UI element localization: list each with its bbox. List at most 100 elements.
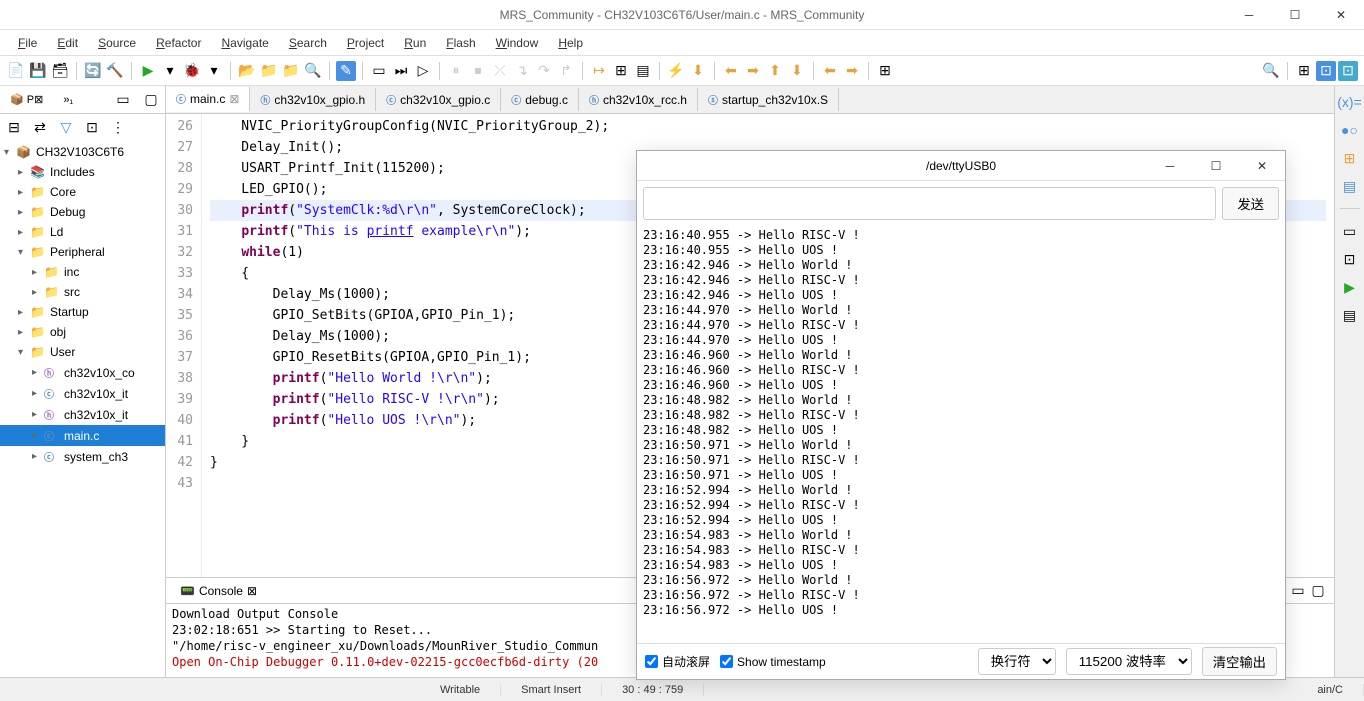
filter-icon[interactable]: ▽ [56, 117, 76, 137]
menu-window[interactable]: Window [486, 32, 549, 54]
tree-item-system_ch3[interactable]: ▸ⓒsystem_ch3 [0, 446, 165, 467]
serial-minimize-button[interactable]: ─ [1147, 151, 1193, 181]
folder-icon[interactable]: 📁 [281, 61, 301, 81]
edit-icon[interactable]: ✎ [336, 61, 356, 81]
show-timestamp-checkbox[interactable]: Show timestamp [720, 655, 826, 669]
nav-up-icon[interactable]: ⬆ [765, 61, 785, 81]
step-over-icon[interactable]: ↷ [534, 61, 554, 81]
perspective-icon[interactable]: ⊞ [875, 61, 895, 81]
dropdown-icon[interactable]: ▾ [160, 61, 180, 81]
registers-panel-icon[interactable]: ▤ [1340, 176, 1360, 196]
close-button[interactable]: ✕ [1318, 0, 1364, 30]
tree-item-ch32v10x_co[interactable]: ▸ⓗch32v10x_co [0, 362, 165, 383]
debug-perspective-icon[interactable]: ⊡ [1338, 61, 1358, 81]
tree-item-debug[interactable]: ▸📁Debug [0, 202, 165, 222]
menu-refactor[interactable]: Refactor [146, 32, 211, 54]
focus-icon[interactable]: ⊡ [82, 117, 102, 137]
baud-rate-select[interactable]: 115200 波特率 [1066, 648, 1192, 675]
variables-icon[interactable]: (x)= [1340, 92, 1360, 112]
serial-send-button[interactable]: 发送 [1222, 187, 1279, 220]
download-icon[interactable]: ⬇ [688, 61, 708, 81]
tree-item-inc[interactable]: ▸📁inc [0, 262, 165, 282]
tree-item-ld[interactable]: ▸📁Ld [0, 222, 165, 242]
run-panel-icon[interactable]: ▶ [1340, 277, 1360, 297]
tree-item-user[interactable]: ▾📁User [0, 342, 165, 362]
project-tab[interactable]: 📦 P⊠ [4, 91, 49, 108]
menu-source[interactable]: Source [88, 32, 146, 54]
open-perspective-icon[interactable]: ⊞ [1294, 61, 1314, 81]
search-icon[interactable]: 🔍 [303, 61, 323, 81]
folder-icon[interactable]: 📁 [259, 61, 279, 81]
link-icon[interactable]: ⇄ [30, 117, 50, 137]
menu-search[interactable]: Search [279, 32, 337, 54]
outline-icon[interactable]: ▭ [1340, 221, 1360, 241]
tree-item-src[interactable]: ▸📁src [0, 282, 165, 302]
pause-icon[interactable]: ⏸ [446, 61, 466, 81]
dropdown-icon[interactable]: ▾ [204, 61, 224, 81]
line-ending-select[interactable]: 换行符 [978, 648, 1056, 675]
nav-fwd-icon[interactable]: ➡ [743, 61, 763, 81]
tab-debug-c[interactable]: ⓒ debug.c [501, 88, 579, 111]
save-icon[interactable]: 💾 [28, 61, 48, 81]
tab-main-c[interactable]: ⓒ main.c ⊠ [166, 87, 250, 112]
menu-file[interactable]: File [8, 32, 47, 54]
targets-icon[interactable]: ⊡ [1340, 249, 1360, 269]
menu-project[interactable]: Project [337, 32, 394, 54]
navigator-tab[interactable]: »₁ [57, 92, 79, 108]
memory-icon[interactable]: ▤ [633, 61, 653, 81]
tree-item-obj[interactable]: ▸📁obj [0, 322, 165, 342]
maximize-icon[interactable]: ▢ [141, 90, 161, 110]
tree-item-ch32v10x_it[interactable]: ▸ⓒch32v10x_it [0, 383, 165, 404]
registers-icon[interactable]: ⊞ [611, 61, 631, 81]
refresh-icon[interactable]: 🔄 [83, 61, 103, 81]
minimize-button[interactable]: ─ [1226, 0, 1272, 30]
auto-scroll-checkbox[interactable]: 自动滚屏 [645, 653, 710, 670]
stop-icon[interactable]: ⏹ [468, 61, 488, 81]
search-toolbar-icon[interactable]: 🔍 [1261, 61, 1281, 81]
menu-icon[interactable]: ⋮ [108, 117, 128, 137]
tasks-icon[interactable]: ▤ [1340, 305, 1360, 325]
collapse-icon[interactable]: ⊟ [4, 117, 24, 137]
tree-root[interactable]: ▾ 📦 CH32V103C6T6 [0, 142, 165, 162]
save-all-icon[interactable]: 🗃 [50, 61, 70, 81]
skip-icon[interactable]: ⏭ [391, 61, 411, 81]
step-into-icon[interactable]: ↴ [512, 61, 532, 81]
new-icon[interactable]: 📄 [6, 61, 26, 81]
flash-icon[interactable]: ⚡ [666, 61, 686, 81]
tree-item-ch32v10x_it[interactable]: ▸ⓗch32v10x_it [0, 404, 165, 425]
nav-down-icon[interactable]: ⬇ [787, 61, 807, 81]
build-icon[interactable]: 🔨 [105, 61, 125, 81]
nav-back-icon[interactable]: ⬅ [721, 61, 741, 81]
serial-input[interactable] [643, 187, 1216, 220]
serial-maximize-button[interactable]: ☐ [1193, 151, 1239, 181]
c-perspective-icon[interactable]: ⊡ [1316, 61, 1336, 81]
maximize-button[interactable]: ☐ [1272, 0, 1318, 30]
menu-run[interactable]: Run [394, 32, 436, 54]
breakpoints-icon[interactable]: ●○ [1340, 120, 1360, 140]
console-min-icon[interactable]: ▭ [1288, 581, 1308, 601]
step-out-icon[interactable]: ↱ [556, 61, 576, 81]
tab-ch32v10x_gpio-h[interactable]: ⓗ ch32v10x_gpio.h [250, 88, 376, 111]
forward-icon[interactable]: ➡ [842, 61, 862, 81]
terminal-icon[interactable]: ▭ [369, 61, 389, 81]
folder-open-icon[interactable]: 📂 [237, 61, 257, 81]
tab-startup_ch32v10x-S[interactable]: ⓢ startup_ch32v10x.S [698, 88, 839, 111]
menu-edit[interactable]: Edit [47, 32, 88, 54]
tree-item-includes[interactable]: ▸📚Includes [0, 162, 165, 182]
menu-flash[interactable]: Flash [436, 32, 485, 54]
play-forward-icon[interactable]: ▷ [413, 61, 433, 81]
expressions-icon[interactable]: ⊞ [1340, 148, 1360, 168]
tab-ch32v10x_rcc-h[interactable]: ⓗ ch32v10x_rcc.h [579, 88, 698, 111]
clear-output-button[interactable]: 清空输出 [1202, 647, 1277, 676]
menu-navigate[interactable]: Navigate [211, 32, 278, 54]
back-icon[interactable]: ⬅ [820, 61, 840, 81]
tree-item-peripheral[interactable]: ▾📁Peripheral [0, 242, 165, 262]
tree-item-main-c[interactable]: ▸ⓒmain.c [0, 425, 165, 446]
debug-icon[interactable]: 🐞 [182, 61, 202, 81]
tab-ch32v10x_gpio-c[interactable]: ⓒ ch32v10x_gpio.c [376, 88, 501, 111]
serial-close-button[interactable]: ✕ [1239, 151, 1285, 181]
run-icon[interactable]: ▶ [138, 61, 158, 81]
step-icon[interactable]: ↦ [589, 61, 609, 81]
disconnect-icon[interactable]: ⤫ [490, 61, 510, 81]
tree-item-startup[interactable]: ▸📁Startup [0, 302, 165, 322]
